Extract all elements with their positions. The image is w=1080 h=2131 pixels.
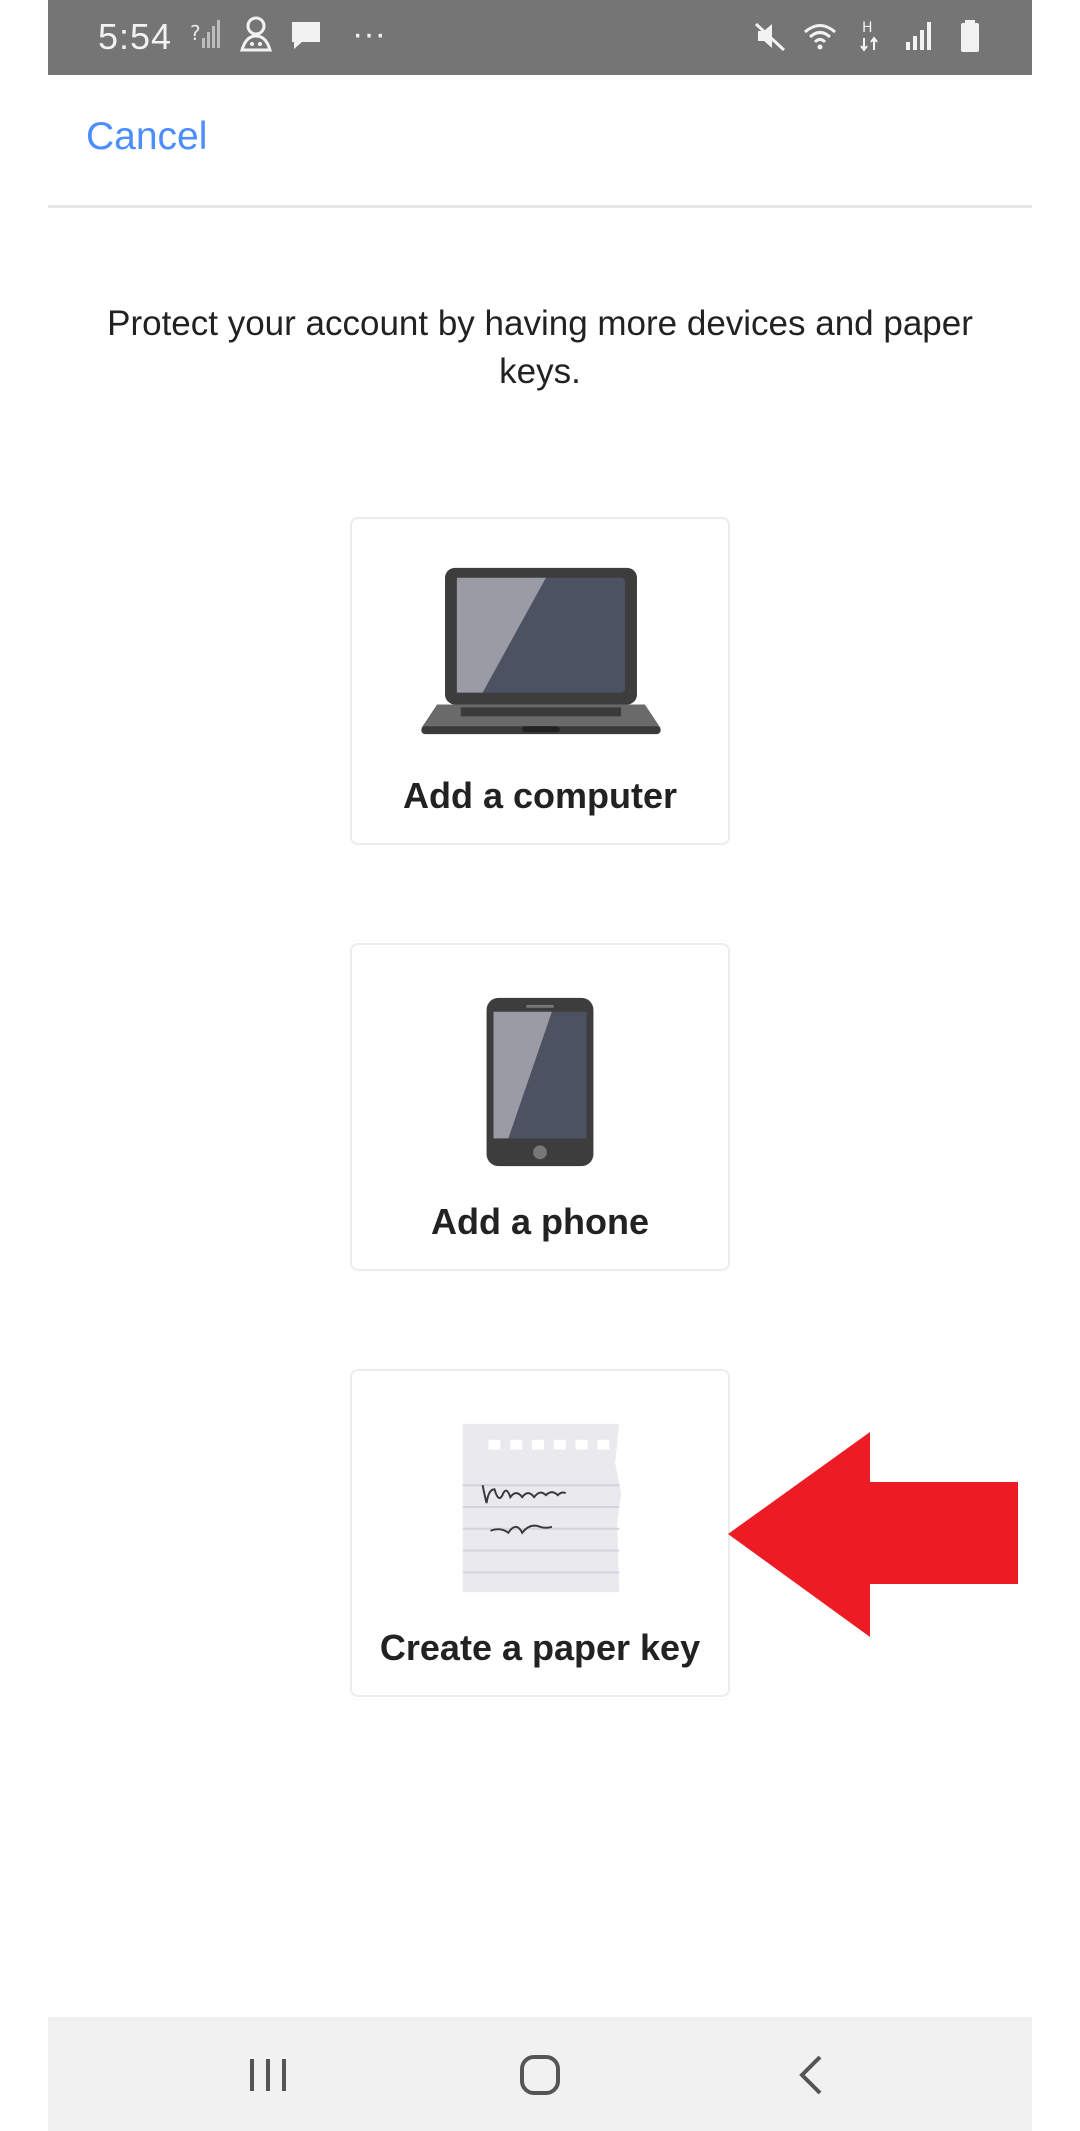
status-right-icons: H — [752, 16, 988, 56]
svg-text:?: ? — [190, 21, 201, 45]
status-bar: 5:54 ? ··· H — [48, 0, 1032, 75]
battery-icon — [961, 20, 979, 52]
more-notifications-icon: ··· — [352, 15, 386, 53]
red-arrow-annotation — [728, 1432, 1018, 1637]
laptop-icon — [421, 567, 661, 735]
app-notification-icon — [240, 16, 272, 52]
create-paper-key-card[interactable]: Create a paper key — [350, 1369, 730, 1697]
add-phone-label: Add a phone — [431, 1201, 649, 1242]
h-data-icon: H — [860, 20, 878, 52]
intro-text: Protect your account by having more devi… — [107, 304, 973, 391]
navigation-bar — [48, 2017, 1032, 2131]
no-sim-signal-icon: ? — [190, 20, 220, 48]
status-time: 5:54 — [98, 16, 173, 57]
back-icon[interactable] — [782, 2045, 842, 2105]
status-left-icons: ? ··· — [188, 14, 386, 54]
add-computer-label: Add a computer — [402, 775, 678, 816]
app-screen: 5:54 ? ··· H Cancel Protect your account… — [48, 0, 1032, 2131]
wifi-icon — [804, 24, 836, 50]
cancel-button[interactable]: Cancel — [86, 115, 207, 159]
header-bar: Cancel — [48, 75, 1032, 208]
add-computer-card[interactable]: Add a computer — [350, 517, 730, 845]
mute-icon — [754, 22, 786, 52]
paper-key-icon — [462, 1423, 622, 1593]
create-paper-key-label: Create a paper key — [379, 1627, 701, 1668]
home-icon[interactable] — [510, 2045, 570, 2105]
message-icon — [292, 22, 320, 49]
svg-text:H: H — [862, 20, 873, 36]
phone-icon — [486, 997, 594, 1167]
signal-icon — [906, 22, 931, 50]
add-phone-card[interactable]: Add a phone — [350, 943, 730, 1271]
recent-apps-icon[interactable] — [238, 2045, 298, 2105]
